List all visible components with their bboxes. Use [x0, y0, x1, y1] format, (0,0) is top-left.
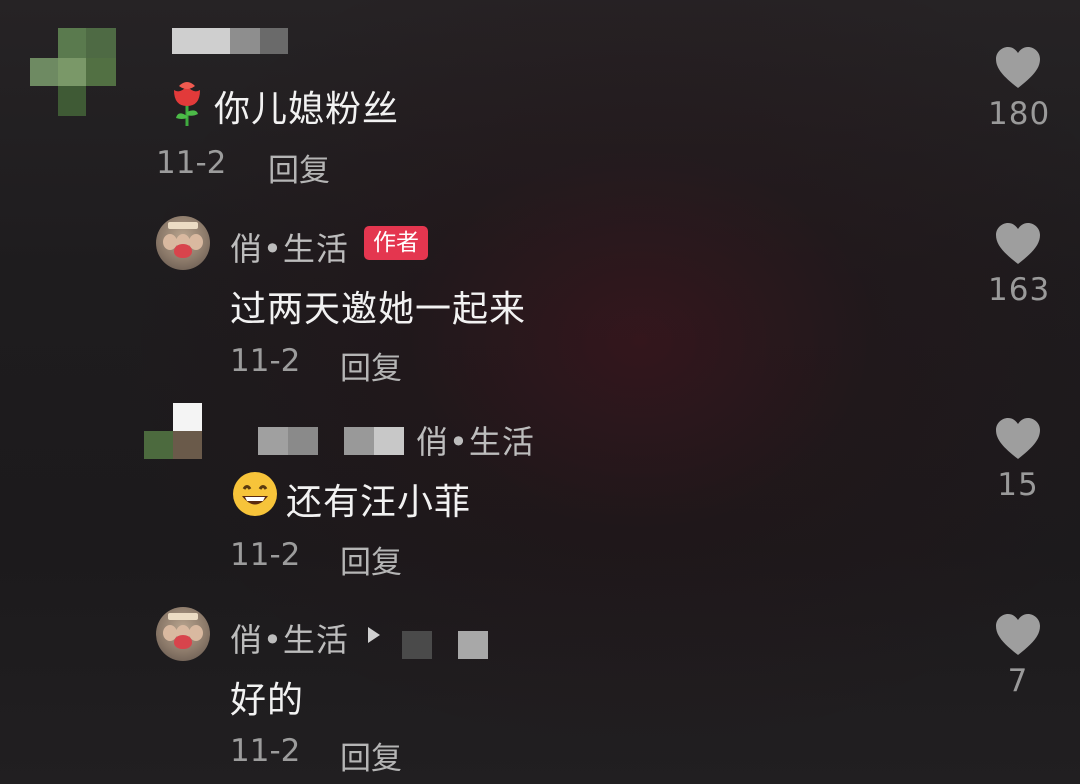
heart-icon: [996, 47, 1040, 88]
like-count: 7: [1007, 663, 1029, 699]
heart-icon: [996, 223, 1040, 264]
like-count: 180: [988, 96, 1051, 132]
heart-icon: [996, 418, 1040, 459]
author-name[interactable]: 俏•生活: [230, 615, 349, 661]
reply-button[interactable]: 回复: [340, 343, 402, 388]
like-button[interactable]: 180: [988, 46, 1051, 132]
heart-icon: [996, 614, 1040, 655]
author-badge: 作者: [364, 226, 428, 260]
play-arrow-icon: [368, 627, 380, 643]
comment-item: 俏•生活 作者 过两天邀她一起来 11-2 回复 163: [0, 200, 1080, 395]
comment-text: 过两天邀她一起来: [230, 289, 527, 330]
username-blurred[interactable]: [402, 631, 488, 659]
comment-date: 11-2: [156, 145, 227, 181]
comment-text: 你儿媳粉丝: [214, 89, 400, 130]
avatar[interactable]: [156, 216, 210, 270]
avatar[interactable]: [156, 607, 210, 661]
reply-button[interactable]: 回复: [268, 145, 330, 190]
grinning-face-icon: [233, 472, 277, 516]
like-count: 15: [997, 467, 1039, 503]
reply-button[interactable]: 回复: [340, 733, 402, 778]
comment-date: 11-2: [230, 733, 301, 769]
comment-date: 11-2: [230, 343, 301, 379]
comment-date: 11-2: [230, 537, 301, 573]
like-button[interactable]: 15: [988, 417, 1048, 503]
like-count: 163: [988, 272, 1051, 308]
username-blurred[interactable]: [258, 427, 404, 455]
reply-button[interactable]: 回复: [340, 537, 402, 582]
comment-item: 你儿媳粉丝 11-2 回复 180: [0, 0, 1080, 200]
comment-text: 还有汪小菲: [286, 482, 472, 523]
rose-icon: [174, 82, 200, 126]
username-blurred[interactable]: [172, 28, 288, 54]
comment-text: 好的: [230, 680, 305, 721]
avatar[interactable]: [30, 28, 116, 116]
like-button[interactable]: 163: [988, 222, 1051, 308]
author-name[interactable]: 俏•生活: [230, 224, 349, 270]
reply-to-name[interactable]: 俏•生活: [416, 417, 535, 463]
avatar[interactable]: [144, 403, 202, 459]
comment-item: 俏•生活 还有汪小菲 11-2 回复 15: [0, 395, 1080, 595]
comment-item: 俏•生活 好的 11-2 回复 7: [0, 595, 1080, 784]
like-button[interactable]: 7: [988, 613, 1048, 699]
